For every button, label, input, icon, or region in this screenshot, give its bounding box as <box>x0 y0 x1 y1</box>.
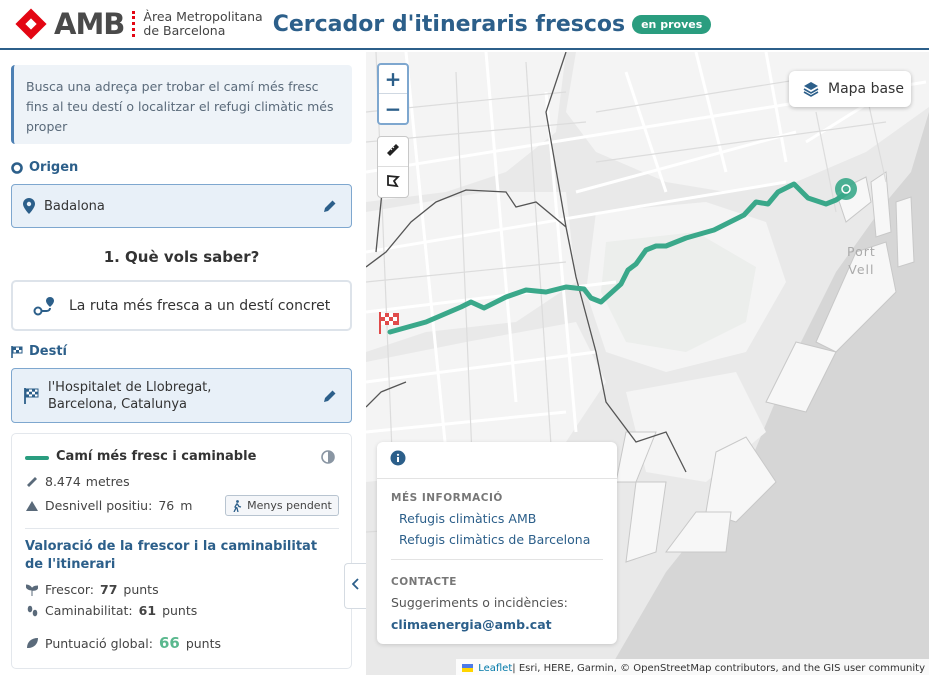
logo-subtitle-line-1: Àrea Metropolitana <box>143 9 263 24</box>
option-label: La ruta més fresca a un destí concret <box>69 297 331 314</box>
freshness-row: Frescor: 77 punts <box>25 582 159 597</box>
app-title: Cercador d'itineraris frescos <box>272 11 626 37</box>
destination-heading: Destí <box>11 344 67 359</box>
port-vell-label: Port Vell <box>847 243 876 279</box>
logo-separator <box>132 11 136 37</box>
polygon-icon <box>386 173 400 192</box>
footprints-icon <box>25 605 39 617</box>
walkability-label: Caminabilitat: <box>45 603 133 618</box>
route-icon <box>33 296 55 316</box>
ukraine-flag-icon <box>462 664 474 672</box>
info-icon[interactable] <box>390 450 406 470</box>
mountain-icon <box>25 500 39 511</box>
logo-text: AMB <box>54 7 125 41</box>
destination-label: Destí <box>29 344 68 359</box>
walkability-unit: punts <box>162 603 198 618</box>
destination-field[interactable]: l'Hospitalet de Llobregat, Barcelona, Ca… <box>11 368 352 423</box>
distance-unit: metres <box>85 474 130 489</box>
ruler-icon <box>386 142 400 161</box>
leaflet-link[interactable]: Leaflet <box>478 663 512 674</box>
bcn-refuges-link[interactable]: Refugis climàtics de Barcelona <box>399 532 590 547</box>
logo-subtitle: Àrea Metropolitana de Barcelona <box>143 10 262 38</box>
origin-value: Badalona <box>44 198 105 214</box>
beta-badge: en proves <box>632 14 712 34</box>
origin-label: Origen <box>29 160 79 175</box>
sprout-icon <box>25 583 39 596</box>
zoom-in-button[interactable]: + <box>379 65 407 94</box>
port-label-line-2: Vell <box>848 262 875 277</box>
distance-row: 8.474 metres <box>25 474 130 489</box>
coolest-route-option[interactable]: La ruta més fresca a un destí concret <box>11 280 352 331</box>
question-heading: 1. Què vols saber? <box>103 248 260 266</box>
rating-title: Valoració de la frescor i la caminabilit… <box>25 539 318 572</box>
chevron-left-icon <box>351 578 360 594</box>
edit-origin-icon[interactable] <box>323 199 337 213</box>
port-label-line-1: Port <box>847 244 876 259</box>
global-score-label: Puntuació global: <box>45 635 153 651</box>
freshness-unit: punts <box>123 582 159 597</box>
freshness-value: 77 <box>100 582 118 597</box>
contrast-icon[interactable] <box>321 449 335 468</box>
contact-heading: CONTACTE <box>391 576 457 588</box>
basemap-button[interactable]: Mapa base <box>789 71 911 107</box>
app-header: AMB Àrea Metropolitana de Barcelona Cerc… <box>0 0 929 50</box>
map-pin-icon <box>23 198 35 214</box>
elevation-row: Desnivell positiu: 76 m <box>25 498 192 513</box>
info-panel: MÉS INFORMACIÓ Refugis climàtics AMB Ref… <box>377 442 617 644</box>
info-panel-header <box>377 442 617 479</box>
amb-logo[interactable]: AMB Àrea Metropolitana de Barcelona <box>15 4 263 44</box>
measure-area-button[interactable] <box>378 167 408 197</box>
less-slope-label: Menys pendent <box>247 499 332 512</box>
contact-email-link[interactable]: climaenergia@amb.cat <box>391 617 552 632</box>
walkability-value: 61 <box>138 603 157 618</box>
elevation-unit: m <box>180 498 193 513</box>
zoom-control: + − <box>377 63 409 125</box>
amb-refuges-link[interactable]: Refugis climàtics AMB <box>399 511 536 526</box>
edit-destination-icon[interactable] <box>323 389 337 403</box>
circle-marker-icon <box>11 161 23 174</box>
leaf-icon <box>25 637 39 649</box>
zoom-out-button[interactable]: − <box>379 94 407 123</box>
global-score-unit: punts <box>185 635 222 651</box>
checkered-flag-icon <box>11 345 23 358</box>
sidebar: Busca una adreça per trobar el camí més … <box>0 52 366 675</box>
freshness-label: Frescor: <box>45 582 94 597</box>
less-slope-button[interactable]: Menys pendent <box>225 495 339 516</box>
map-attribution: Leaflet | Esri, HERE, Garmin, © OpenStre… <box>456 659 929 675</box>
elevation-label: Desnivell positiu: <box>45 498 153 513</box>
global-score-row: Puntuació global: 66 punts <box>25 634 221 652</box>
collapse-sidebar-button[interactable] <box>344 563 366 609</box>
ruler-icon <box>25 476 39 488</box>
route-title: Camí més fresc i caminable <box>56 449 257 464</box>
destination-value: l'Hospitalet de Llobregat, Barcelona, Ca… <box>48 379 212 412</box>
amb-logo-mark <box>15 8 47 40</box>
origin-field[interactable]: Badalona <box>11 184 352 228</box>
distance-value: 8.474 <box>45 474 81 489</box>
logo-subtitle-line-2: de Barcelona <box>143 23 226 38</box>
walking-person-icon <box>232 499 242 512</box>
map-view[interactable]: Port Vell + − Mapa base MÉS INFORMACIÓ R… <box>366 52 929 675</box>
checkered-flag-icon <box>23 387 39 404</box>
walkability-row: Caminabilitat: 61 punts <box>25 603 197 618</box>
card-divider <box>25 528 339 529</box>
global-score-value: 66 <box>158 634 180 652</box>
origin-heading: Origen <box>11 160 78 175</box>
route-legend-line <box>25 456 49 460</box>
info-panel-divider <box>391 559 603 560</box>
more-info-heading: MÉS INFORMACIÓ <box>391 492 503 504</box>
intro-message: Busca una adreça per trobar el camí més … <box>11 65 352 144</box>
route-result-card: Camí més fresc i caminable 8.474 metres … <box>11 433 352 669</box>
basemap-label: Mapa base <box>828 81 904 97</box>
attribution-text: | Esri, HERE, Garmin, © OpenStreetMap co… <box>512 662 925 674</box>
layers-icon <box>803 81 819 97</box>
contact-text: Suggeriments o incidències: <box>391 595 568 610</box>
elevation-value: 76 <box>158 498 175 513</box>
measure-distance-button[interactable] <box>378 137 408 167</box>
map-tools <box>377 136 409 198</box>
